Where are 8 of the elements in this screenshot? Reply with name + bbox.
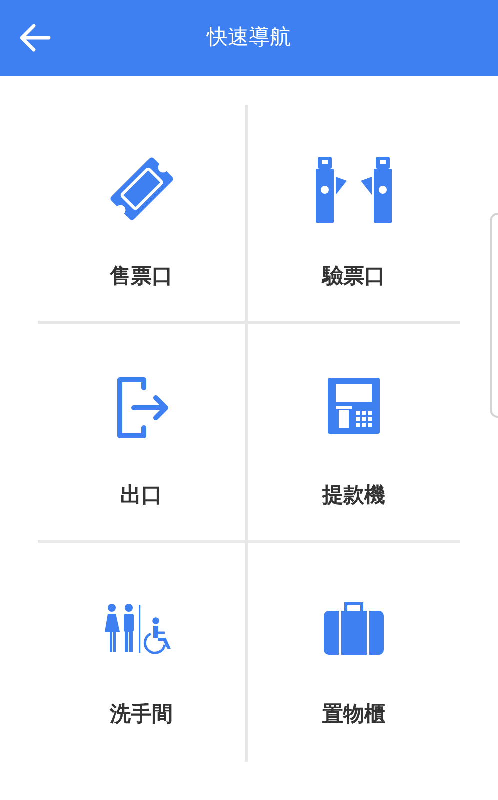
nav-tile[interactable]: 售票口 — [38, 105, 248, 324]
nav-tile[interactable]: 驗票口 — [248, 105, 460, 324]
page-title: 快速導航 — [207, 24, 291, 52]
nav-tile[interactable]: 提款機 — [248, 324, 460, 543]
nav-tile[interactable]: 出口 — [38, 324, 248, 543]
nav-tile[interactable]: 洗手間 — [38, 543, 248, 762]
nav-tile[interactable]: 置物櫃 — [248, 543, 460, 762]
edge-panel-handle[interactable] — [490, 213, 498, 418]
